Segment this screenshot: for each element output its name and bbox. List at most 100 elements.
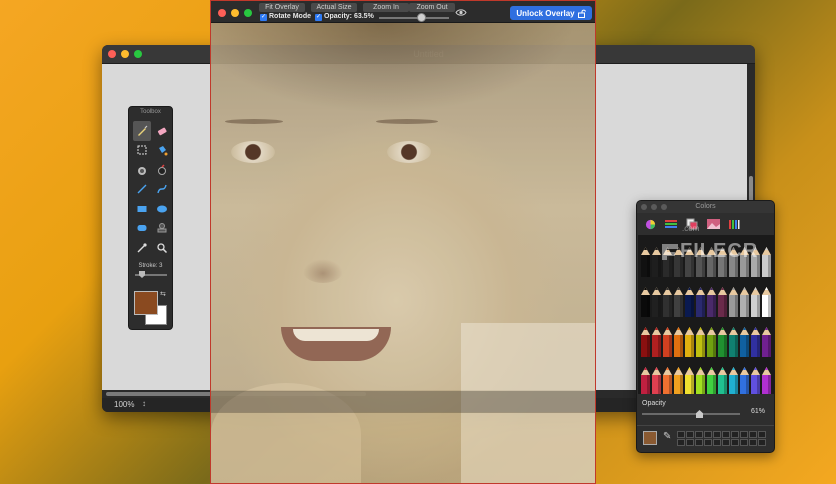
swatch-slot[interactable] xyxy=(740,431,748,438)
swatch-slot[interactable] xyxy=(758,439,766,446)
swatch-slot[interactable] xyxy=(749,431,757,438)
pencil-swatch[interactable] xyxy=(685,287,694,317)
eye-icon[interactable] xyxy=(455,8,467,17)
pencil-swatch[interactable] xyxy=(674,287,683,317)
swatch-slot[interactable] xyxy=(722,431,730,438)
rectangle-icon[interactable] xyxy=(133,199,151,219)
rotate-mode-checkbox[interactable]: ✓ xyxy=(260,14,267,21)
color-wheel-icon[interactable] xyxy=(643,218,657,230)
pencil-swatch[interactable] xyxy=(762,367,771,397)
stamp-icon[interactable] xyxy=(153,219,171,239)
pencil-swatch[interactable] xyxy=(762,327,771,357)
zoom-in-button[interactable]: Zoom In xyxy=(363,3,409,12)
pencil-swatch[interactable] xyxy=(652,287,661,317)
pencil-swatch[interactable] xyxy=(685,367,694,397)
actual-size-button[interactable]: Actual Size xyxy=(311,3,357,12)
pencil-swatch[interactable] xyxy=(762,247,771,277)
pencil-swatch[interactable] xyxy=(696,327,705,357)
brush-icon[interactable] xyxy=(133,121,151,141)
overlay-photo[interactable] xyxy=(211,23,595,483)
pencil-swatch[interactable] xyxy=(718,327,727,357)
overlay-close-button[interactable] xyxy=(218,9,226,17)
zoom-stepper[interactable]: ↕ xyxy=(142,399,146,408)
pencil-swatch[interactable] xyxy=(663,367,672,397)
eraser-icon[interactable] xyxy=(153,121,171,141)
swatch-slot[interactable] xyxy=(677,431,685,438)
pencil-swatch[interactable] xyxy=(751,287,760,317)
pencil-swatch[interactable] xyxy=(641,287,650,317)
foreground-color-well[interactable] xyxy=(134,291,158,315)
pencil-swatch[interactable] xyxy=(707,367,716,397)
pencil-swatch[interactable] xyxy=(729,327,738,357)
overlay-opacity-knob[interactable] xyxy=(417,13,426,22)
pencil-swatch[interactable] xyxy=(696,287,705,317)
pencil-swatch[interactable] xyxy=(674,367,683,397)
pencil-swatch[interactable] xyxy=(663,287,672,317)
ellipse-icon[interactable] xyxy=(153,199,171,219)
pencil-swatch[interactable] xyxy=(751,327,760,357)
pencil-swatch[interactable] xyxy=(641,367,650,397)
swatch-slot[interactable] xyxy=(695,431,703,438)
swatch-slot[interactable] xyxy=(713,439,721,446)
current-color-swatch[interactable] xyxy=(643,431,657,445)
opacity-checkbox[interactable]: ✓ xyxy=(315,14,322,21)
opacity-slider-knob[interactable] xyxy=(696,410,703,418)
zoom-out-button[interactable]: Zoom Out xyxy=(409,3,455,12)
pencil-swatch[interactable] xyxy=(762,287,771,317)
swatch-slot[interactable] xyxy=(740,439,748,446)
swatch-slot[interactable] xyxy=(713,431,721,438)
overlay-minimize-button[interactable] xyxy=(231,9,239,17)
pencil-swatch[interactable] xyxy=(740,287,749,317)
swatch-slot[interactable] xyxy=(695,439,703,446)
fit-overlay-button[interactable]: Fit Overlay xyxy=(259,3,305,12)
pencil-swatch[interactable] xyxy=(674,327,683,357)
toolbox-title: Toolbox xyxy=(140,109,161,115)
rounded-rect-icon[interactable] xyxy=(133,219,151,239)
pencil-swatch[interactable] xyxy=(718,287,727,317)
swatch-slot[interactable] xyxy=(758,431,766,438)
pencil-swatch[interactable] xyxy=(729,287,738,317)
colors-titlebar[interactable]: Colors xyxy=(637,201,774,213)
opacity-value-field[interactable]: 61% xyxy=(741,408,765,419)
line-icon[interactable] xyxy=(133,180,151,200)
opacity-slider-track[interactable] xyxy=(642,413,740,415)
swatch-slot[interactable] xyxy=(686,431,694,438)
pencil-swatch[interactable] xyxy=(707,287,716,317)
pencil-swatch[interactable] xyxy=(652,327,661,357)
pencil-swatch[interactable] xyxy=(663,327,672,357)
swatch-slot[interactable] xyxy=(731,431,739,438)
swatch-slot[interactable] xyxy=(749,439,757,446)
overlay-opacity-track[interactable] xyxy=(379,17,449,19)
pencil-swatch[interactable] xyxy=(641,247,650,277)
swatch-slot[interactable] xyxy=(731,439,739,446)
pencil-swatch[interactable] xyxy=(740,327,749,357)
pencil-swatch[interactable] xyxy=(641,327,650,357)
swatch-slot[interactable] xyxy=(704,439,712,446)
swap-colors-icon[interactable]: ⇆ xyxy=(160,290,166,298)
pencil-swatch[interactable] xyxy=(685,327,694,357)
overlay-zoom-button[interactable] xyxy=(244,9,252,17)
swatch-slot[interactable] xyxy=(722,439,730,446)
fill-bucket-icon[interactable] xyxy=(153,141,171,161)
unlock-overlay-button[interactable]: Unlock Overlay xyxy=(510,6,592,20)
saved-swatches[interactable] xyxy=(677,431,766,446)
spray-icon[interactable] xyxy=(133,160,151,180)
swatch-slot[interactable] xyxy=(704,431,712,438)
select-rect-icon[interactable] xyxy=(133,141,151,161)
stroke-slider-knob[interactable] xyxy=(139,271,145,278)
pencil-swatch[interactable] xyxy=(751,367,760,397)
pencil-swatch[interactable] xyxy=(707,327,716,357)
pencil-swatch[interactable] xyxy=(652,367,661,397)
curve-icon[interactable] xyxy=(153,180,171,200)
pencil-swatch[interactable] xyxy=(740,367,749,397)
dropper-icon[interactable] xyxy=(133,238,151,258)
eyedropper-icon[interactable]: ✎ xyxy=(663,431,671,442)
pencil-swatch[interactable] xyxy=(718,367,727,397)
blend-icon[interactable] xyxy=(153,160,171,180)
swatch-slot[interactable] xyxy=(686,439,694,446)
zoom-level[interactable]: 100% xyxy=(114,400,134,409)
swatch-slot[interactable] xyxy=(677,439,685,446)
pencil-swatch[interactable] xyxy=(696,367,705,397)
magnifier-icon[interactable] xyxy=(153,238,171,258)
pencil-swatch[interactable] xyxy=(729,367,738,397)
